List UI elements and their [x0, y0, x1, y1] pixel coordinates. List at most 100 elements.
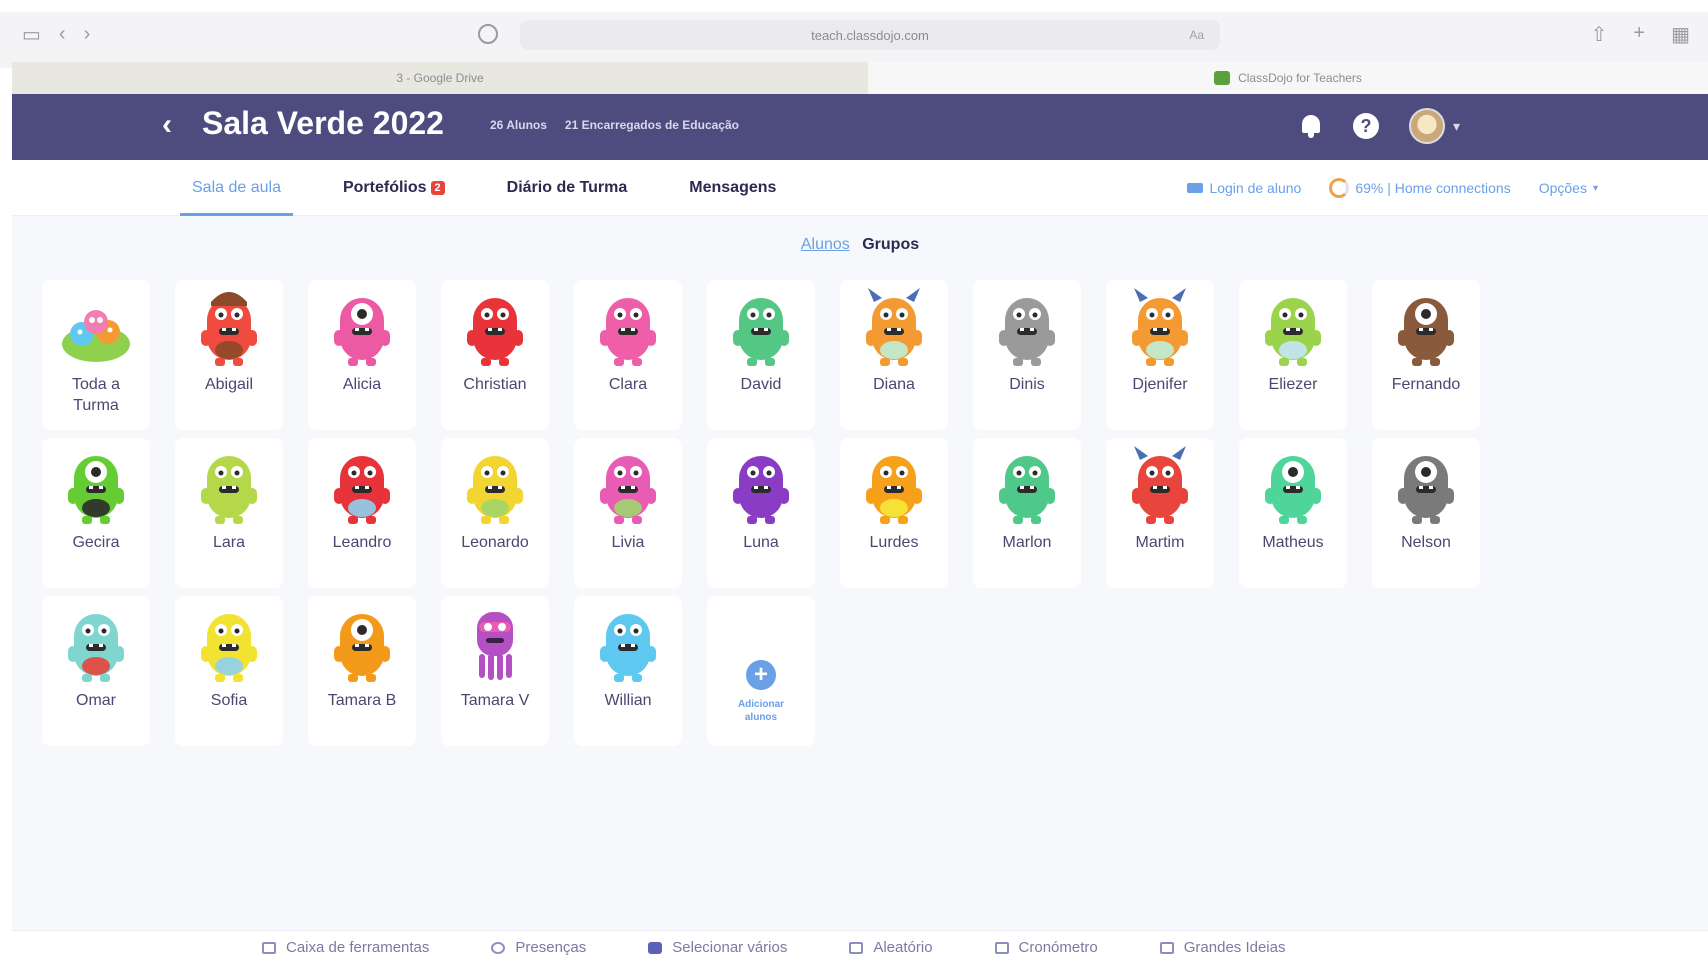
monster-avatar-icon	[68, 614, 124, 682]
monster-avatar-icon	[1132, 446, 1188, 524]
student-card[interactable]: Alicia	[308, 280, 416, 430]
student-lara-name: Lara	[212, 534, 246, 551]
address-bar[interactable]: teach.classdojo.com Aa	[520, 20, 1220, 50]
student-card[interactable]: Eliezer	[1239, 280, 1347, 430]
toolbar-big-ideas[interactable]: Grandes Ideias	[1159, 939, 1286, 956]
tab-classroom[interactable]: Sala de aula	[180, 160, 293, 216]
monster-avatar-icon	[1132, 288, 1188, 366]
sidebar-toggle-icon[interactable]: ▭	[22, 22, 41, 47]
share-icon[interactable]: ⇧	[1591, 22, 1608, 47]
monster-avatar-icon	[866, 288, 922, 366]
student-luna-name: Luna	[743, 534, 779, 551]
student-card[interactable]: David	[707, 280, 815, 430]
student-card[interactable]: Leandro	[308, 438, 416, 588]
student-card[interactable]: Djenifer	[1106, 280, 1214, 430]
student-abigail-name: Abigail	[204, 376, 254, 393]
toolbox-icon	[262, 941, 276, 954]
header-actions: ? ▾	[1299, 108, 1460, 144]
random-icon	[849, 941, 864, 954]
browser-tab-label: 3 - Google Drive	[396, 71, 484, 85]
whole-class-card[interactable]: Toda a Turma	[42, 280, 150, 430]
notification-bell-icon[interactable]	[1299, 113, 1323, 139]
back-arrow-icon[interactable]: ‹	[59, 23, 66, 46]
browser-chrome: ▭ ‹ › teach.classdojo.com Aa ⇧ + ▦	[0, 12, 1708, 68]
tab-class-story[interactable]: Diário de Turma	[495, 160, 640, 216]
student-david-name: David	[740, 376, 782, 393]
student-card[interactable]: Martim	[1106, 438, 1214, 588]
chevron-down-icon[interactable]: ▾	[1453, 118, 1460, 135]
login-icon	[1187, 183, 1204, 193]
student-card[interactable]: Omar	[42, 596, 150, 746]
student-card[interactable]: Livia	[574, 438, 682, 588]
student-card[interactable]: Leonardo	[441, 438, 549, 588]
url-text: teach.classdojo.com	[811, 27, 929, 43]
monster-avatar-icon	[733, 298, 789, 366]
toolbar-timer[interactable]: Cronómetro	[994, 939, 1098, 956]
privacy-shield-icon[interactable]	[478, 24, 498, 44]
student-card[interactable]: Lara	[175, 438, 283, 588]
avatar[interactable]	[1408, 108, 1445, 144]
tabs-overview-icon[interactable]: ▦	[1671, 22, 1690, 47]
options-dropdown[interactable]: Opções ▾	[1539, 180, 1598, 196]
monster-avatar-icon	[201, 456, 257, 524]
student-card[interactable]: Dinis	[973, 280, 1081, 430]
student-card[interactable]: Luna	[707, 438, 815, 588]
student-dinis-name: Dinis	[1009, 376, 1045, 393]
student-card[interactable]: Marlon	[973, 438, 1081, 588]
student-card[interactable]: Gecira	[42, 438, 150, 588]
student-card[interactable]: Christian	[441, 280, 549, 430]
monster-avatar-icon	[68, 456, 124, 524]
toolbar-select-multiple[interactable]: Selecionar vários	[648, 939, 787, 956]
toggle-groups[interactable]: Grupos	[862, 236, 919, 253]
add-student-button[interactable]: + Adicionar alunos	[707, 596, 815, 746]
home-connections-label: 69% | Home connections	[1355, 180, 1511, 196]
toolbar-attendance[interactable]: Presenças	[491, 939, 586, 956]
student-card[interactable]: Tamara V	[441, 596, 549, 746]
student-card[interactable]: Clara	[574, 280, 682, 430]
classroom-main: Alunos Grupos Toda a Turma Abigail Alici…	[12, 216, 1708, 930]
tab-label: Mensagens	[689, 179, 777, 196]
students-count[interactable]: 26 Alunos	[490, 118, 547, 132]
toolbar-toolbox[interactable]: Caixa de ferramentas	[262, 939, 429, 956]
classdojo-favicon-icon	[1214, 71, 1231, 85]
student-matheus-name: Matheus	[1262, 534, 1324, 551]
add-icon: +	[746, 660, 776, 690]
monster-avatar-icon	[467, 456, 523, 524]
class-meta: 26 Alunos 21 Encarregados de Educação	[490, 118, 739, 132]
student-card[interactable]: Tamara B	[308, 596, 416, 746]
student-diana-name: Diana	[873, 376, 915, 393]
student-card[interactable]: Fernando	[1372, 280, 1480, 430]
tab-messages[interactable]: Mensagens	[677, 160, 788, 216]
toolbar-label: Caixa de ferramentas	[286, 939, 430, 956]
student-card[interactable]: Abigail	[175, 280, 283, 430]
add-student-label: Adicionar alunos	[737, 699, 785, 723]
back-chevron-icon[interactable]: ‹	[162, 108, 172, 142]
reader-view-icon[interactable]: Aa	[1189, 28, 1204, 42]
student-login-link[interactable]: Login de aluno	[1187, 180, 1301, 196]
guardians-count[interactable]: 21 Encarregados de Educação	[565, 118, 739, 132]
student-card[interactable]: Lurdes	[840, 438, 948, 588]
monster-avatar-icon	[477, 612, 513, 680]
toggle-students[interactable]: Alunos	[801, 236, 850, 253]
tab-label: Portefólios	[342, 179, 427, 196]
tab-portfolios[interactable]: Portefólios 2	[331, 160, 457, 216]
browser-tab-classdojo[interactable]: ClassDojo for Teachers	[868, 62, 1708, 94]
monster-avatar-icon	[600, 614, 656, 682]
student-gecira-name: Gecira	[72, 534, 120, 551]
browser-tab-strip: 3 - Google Drive ClassDojo for Teachers	[12, 62, 1708, 94]
toolbar-label: Grandes Ideias	[1183, 939, 1286, 956]
browser-tab-drive[interactable]: 3 - Google Drive	[12, 62, 868, 94]
forward-arrow-icon[interactable]: ›	[84, 23, 91, 46]
student-card[interactable]: Matheus	[1239, 438, 1347, 588]
select-multiple-icon	[648, 941, 663, 954]
student-card[interactable]: Willian	[574, 596, 682, 746]
new-tab-icon[interactable]: +	[1633, 22, 1645, 47]
toolbar-random[interactable]: Aleatório	[849, 939, 933, 956]
student-card[interactable]: Diana	[840, 280, 948, 430]
toolbar-label: Selecionar vários	[672, 939, 788, 956]
home-connections-link[interactable]: 69% | Home connections	[1329, 178, 1511, 198]
progress-ring-icon	[1329, 178, 1350, 198]
help-icon[interactable]: ?	[1352, 113, 1379, 139]
student-card[interactable]: Nelson	[1372, 438, 1480, 588]
student-card[interactable]: Sofia	[175, 596, 283, 746]
